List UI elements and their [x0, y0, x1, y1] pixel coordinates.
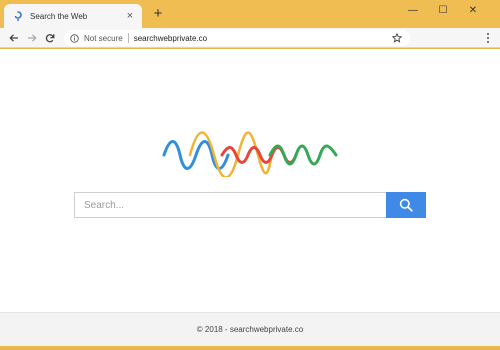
url-text[interactable]: searchwebprivate.co: [134, 34, 207, 43]
menu-dot: [487, 37, 489, 39]
info-icon[interactable]: [70, 33, 79, 43]
reload-button[interactable]: [42, 30, 58, 46]
security-label: Not secure: [84, 33, 123, 43]
forward-button[interactable]: [24, 30, 40, 46]
browser-toolbar: Not secure searchwebprivate.co: [0, 28, 500, 48]
minimize-button[interactable]: —: [400, 0, 426, 20]
tab-close-icon[interactable]: ×: [124, 10, 136, 22]
menu-dot: [487, 41, 489, 43]
search-input[interactable]: [74, 192, 386, 218]
new-tab-button[interactable]: +: [150, 6, 166, 22]
footer-copyright: © 2018 - searchwebprivate.co: [196, 325, 304, 334]
web-page: [0, 49, 500, 312]
omnibox-divider: [127, 33, 129, 43]
close-window-button[interactable]: ✕: [460, 0, 486, 20]
window-bottom-edge: [0, 346, 500, 350]
magnifier-icon: [399, 198, 413, 212]
tab-title: Search the Web: [30, 11, 88, 21]
browser-menu-button[interactable]: [480, 30, 496, 46]
browser-tab[interactable]: Search the Web ×: [4, 4, 142, 28]
maximize-button[interactable]: ☐: [430, 0, 456, 20]
wave-logo: [162, 131, 338, 177]
page-footer: © 2018 - searchwebprivate.co: [0, 312, 500, 346]
back-button[interactable]: [6, 30, 22, 46]
search-box: [74, 192, 426, 218]
back-arrow-icon: [9, 34, 18, 42]
bookmark-star-icon[interactable]: [392, 33, 402, 43]
menu-dot: [487, 33, 489, 35]
search-button[interactable]: [386, 192, 426, 218]
swirl-favicon-icon: [12, 10, 24, 22]
reload-icon: [45, 34, 55, 43]
address-bar[interactable]: Not secure searchwebprivate.co: [64, 30, 410, 46]
title-bar: Search the Web × + — ☐ ✕: [0, 0, 500, 28]
forward-arrow-icon: [28, 34, 37, 42]
